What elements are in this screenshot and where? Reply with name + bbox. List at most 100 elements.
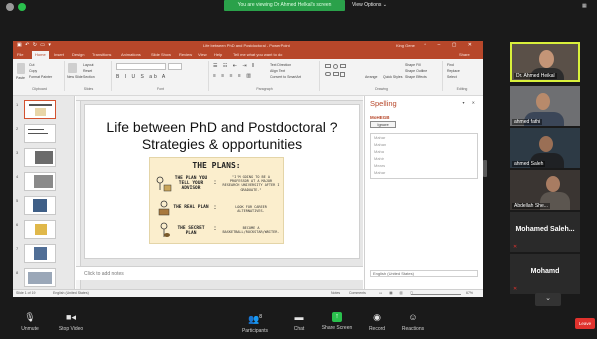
grid-icon[interactable]: ▦ [582,3,587,9]
slide-thumbnail[interactable] [24,244,56,263]
shape-effects-button[interactable]: Shape Effects [405,75,427,79]
oval-shape-icon[interactable] [333,64,338,69]
view-options-button[interactable]: View Options ⌄ [352,1,387,9]
tab-animations[interactable]: Animations [121,52,141,57]
participant-tile[interactable]: Dr. Ahmed Heikal [510,42,580,82]
suggestion-item[interactable]: Maha [374,149,384,154]
pane-controls[interactable]: ▾ ✕ [463,100,478,105]
rectangle-shape-icon[interactable] [325,64,331,68]
participant-tile[interactable]: Mohamd ✕ [510,254,580,294]
smartart-button[interactable]: Convert to SmartArt [270,75,301,79]
format-painter-button[interactable]: Format Painter [29,75,52,79]
text-direction-button[interactable]: Text Direction [270,63,291,67]
plans-comic-image[interactable]: THE PLANS: THE PLAN YOU TELL YOUR ADVISO… [149,157,284,244]
tab-insert[interactable]: Insert [54,52,64,57]
share-screen-button[interactable]: ↑ Share Screen [318,312,356,331]
slide-title[interactable]: Life between PhD and Postdoctoral ? [85,119,359,135]
participants-button[interactable]: 👥8 Participants [235,312,275,334]
slide-thumbnail[interactable] [24,100,56,119]
triangle-shape-icon[interactable] [340,72,345,77]
list-buttons[interactable]: ☰ ☷ ⇤ ⇥ ‖ [213,63,256,69]
new-slide-icon[interactable] [68,63,77,73]
participant-tile[interactable]: Abdellah She... [510,170,580,210]
participant-tile[interactable]: ahmed fathi [510,86,580,126]
arrange-button[interactable]: Arrange [365,75,377,79]
suggestion-item[interactable]: Mears [374,163,385,168]
panel-resize-handle[interactable] [483,160,487,177]
replace-button[interactable]: Replace [447,69,460,73]
comments-button[interactable]: Comments [349,291,366,295]
quick-access-toolbar[interactable]: ▣ ↶ ↻ ▭ ▾ [17,42,52,48]
slide-thumbnail[interactable] [24,172,56,191]
tab-slide-show[interactable]: Slide Show [151,52,171,57]
window-controls[interactable]: ▫ – ▢ ✕ [424,42,477,48]
select-button[interactable]: Select [447,75,457,79]
suggestion-item[interactable]: Mahan [374,142,386,147]
notes-button[interactable]: Notes [331,291,340,295]
notes-pane[interactable]: Click to add notes [76,266,363,280]
chevron-down-icon[interactable]: ⌄ [535,293,561,306]
slide-thumbnail[interactable] [24,196,56,215]
participant-tile[interactable]: Mohamed Saleh... ✕ [510,212,580,252]
zoom-slider[interactable] [411,294,461,295]
share-button[interactable]: Share [459,52,470,57]
microphone-off-icon: 🎙 [24,312,36,322]
chat-label: Chat [293,326,305,332]
reactions-button[interactable]: ☺ Reactions [398,312,428,332]
slide-counter: Slide 1 of 19 [16,291,36,295]
rounded-shape-icon[interactable] [325,72,331,76]
encryption-icon[interactable] [18,3,26,11]
slide-subtitle[interactable]: Strategies & opportunities [85,136,359,152]
stop-video-button[interactable]: ■◂ Stop Video [52,312,90,332]
slide-thumbnail[interactable] [24,220,56,239]
status-language[interactable]: English (United States) [53,291,89,295]
textbox-shape-icon[interactable] [340,64,346,68]
slides-label: Slides [83,87,94,91]
tell-me-search[interactable]: Tell me what you want to do [233,52,282,57]
tab-file[interactable]: File [17,52,23,57]
slide-thumbnail[interactable] [24,148,56,167]
shield-icon[interactable] [6,3,14,11]
shape-fill-button[interactable]: Shape Fill [405,63,421,67]
tab-design[interactable]: Design [72,52,84,57]
language-select[interactable]: English (United States) [370,270,478,277]
slide-thumbnail[interactable] [24,124,56,143]
copy-button[interactable]: Copy [29,69,37,73]
leave-button[interactable]: Leave [575,318,595,329]
new-slide-button[interactable]: New Slide [67,75,83,79]
paste-icon[interactable] [17,63,25,74]
plan-name: THE REAL PLAN [173,205,209,210]
unmute-button[interactable]: 🎙 Unmute [16,312,44,332]
align-buttons[interactable]: ≡ ≡ ≡ ≡ ▥ [213,73,253,79]
tab-view[interactable]: View [198,52,207,57]
suggestion-item[interactable]: Mahar [374,170,385,175]
suggestion-item[interactable]: Mahar [374,135,385,140]
paste-button[interactable]: Paste [16,76,25,80]
font-format-buttons[interactable]: B I U S ab A [116,74,167,80]
shape-outline-button[interactable]: Shape Outline [405,69,427,73]
find-button[interactable]: Find [447,63,454,67]
slide-thumbnail[interactable] [24,268,56,287]
font-size-select[interactable] [168,63,182,70]
arrow-shape-icon[interactable] [333,72,339,76]
spelling-pane: Spelling ▾ ✕ MoHEGB Ignore Mahar Mahan M… [364,96,483,289]
tab-review[interactable]: Review [179,52,192,57]
section-button[interactable]: Section [83,75,95,79]
user-name[interactable]: King Gene [396,43,415,48]
font-family-select[interactable] [116,63,166,70]
cut-button[interactable]: Cut [29,63,34,67]
suggestion-item[interactable]: Mahir [374,156,384,161]
participant-tile[interactable]: ahmed Saleh [510,128,580,168]
align-text-button[interactable]: Align Text [270,69,285,73]
zoom-level[interactable]: 67% [466,291,473,295]
tab-transitions[interactable]: Transitions [92,52,111,57]
tab-home[interactable]: Home [32,51,49,59]
reset-button[interactable]: Reset [83,69,92,73]
quick-styles-button[interactable]: Quick Styles [383,75,402,79]
chat-button[interactable]: ▬ Chat [288,312,310,332]
current-slide[interactable]: Life between PhD and Postdoctoral ? Stra… [84,104,360,259]
tab-help[interactable]: Help [214,52,222,57]
record-button[interactable]: ◉ Record [364,312,390,332]
ignore-button[interactable]: Ignore [370,121,396,128]
layout-button[interactable]: Layout [83,63,94,67]
